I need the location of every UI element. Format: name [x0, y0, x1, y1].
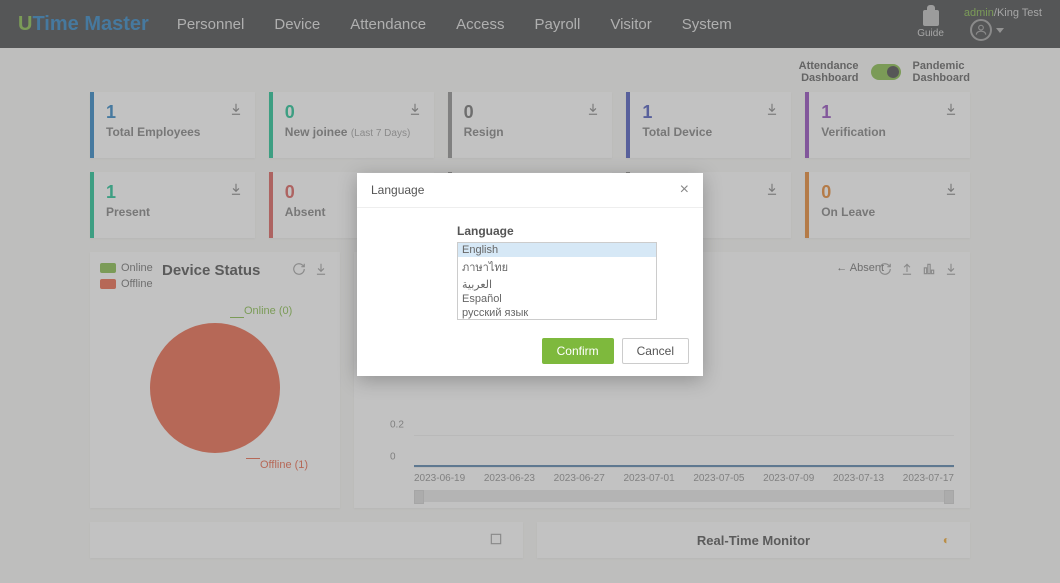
- language-option[interactable]: English: [458, 243, 656, 257]
- language-select[interactable]: EnglishภาษาไทยالعربيةEspañolрусский язык…: [457, 242, 657, 320]
- modal-overlay: Language × Language Englishภาษาไทยالعربي…: [0, 0, 1060, 583]
- modal-body: Language EnglishภาษาไทยالعربيةEspañolрус…: [357, 208, 703, 320]
- confirm-button[interactable]: Confirm: [542, 338, 614, 364]
- language-option[interactable]: русский язык: [458, 306, 656, 320]
- language-option[interactable]: ภาษาไทย: [458, 257, 656, 277]
- language-modal: Language × Language Englishภาษาไทยالعربي…: [357, 173, 703, 376]
- close-icon[interactable]: ×: [680, 181, 689, 199]
- language-option[interactable]: Español: [458, 292, 656, 306]
- language-field-label: Language: [457, 224, 689, 238]
- language-option[interactable]: العربية: [458, 277, 656, 292]
- modal-footer: Confirm Cancel: [357, 320, 703, 376]
- modal-header: Language ×: [357, 173, 703, 208]
- modal-title: Language: [371, 183, 424, 197]
- cancel-button[interactable]: Cancel: [622, 338, 689, 364]
